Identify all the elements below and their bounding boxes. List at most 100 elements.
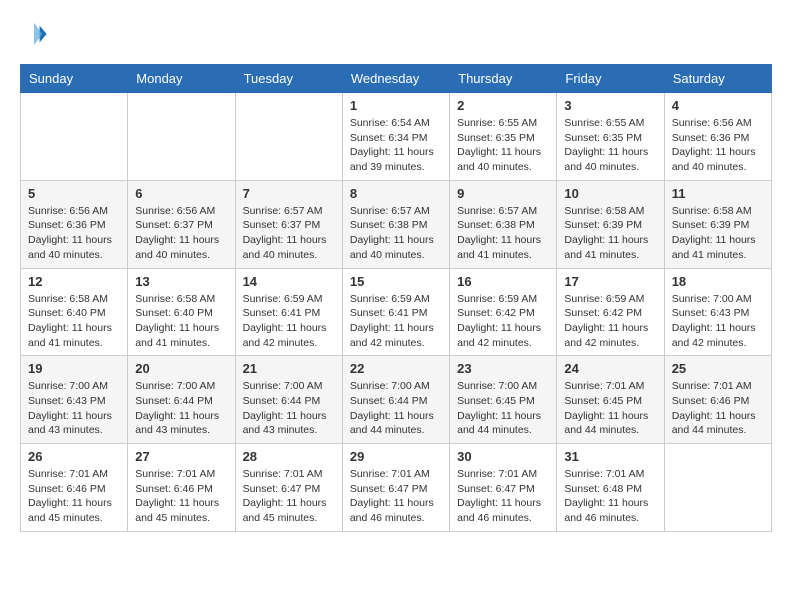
day-info: Sunrise: 6:58 AM Sunset: 6:40 PM Dayligh… (135, 292, 227, 351)
day-info: Sunrise: 6:57 AM Sunset: 6:37 PM Dayligh… (243, 204, 335, 263)
day-info: Sunrise: 6:55 AM Sunset: 6:35 PM Dayligh… (564, 116, 656, 175)
calendar-week-row: 19 Sunrise: 7:00 AM Sunset: 6:43 PM Dayli… (21, 356, 772, 444)
calendar-cell: 14Sunrise: 6:59 AM Sunset: 6:41 PM Dayli… (235, 268, 342, 356)
calendar-cell: 31 Sunrise: 7:01 AM Sunset: 6:48 PM Dayli… (557, 444, 664, 532)
calendar-cell: 30 Sunrise: 7:01 AM Sunset: 6:47 PM Dayli… (450, 444, 557, 532)
day-number: 13 (135, 274, 227, 289)
day-info: Sunrise: 6:58 AM Sunset: 6:39 PM Dayligh… (672, 204, 764, 263)
calendar-cell (235, 93, 342, 181)
day-number: 20 (135, 361, 227, 376)
day-info: Sunrise: 7:01 AM Sunset: 6:46 PM Dayligh… (672, 379, 764, 438)
logo (20, 20, 52, 48)
day-number: 2 (457, 98, 549, 113)
calendar-cell: 22Sunrise: 7:00 AM Sunset: 6:44 PM Dayli… (342, 356, 449, 444)
calendar-day-header: Tuesday (235, 65, 342, 93)
day-info: Sunrise: 7:00 AM Sunset: 6:43 PM Dayligh… (28, 379, 120, 438)
calendar-cell: 2 Sunrise: 6:55 AM Sunset: 6:35 PM Daylig… (450, 93, 557, 181)
day-number: 10 (564, 186, 656, 201)
calendar-cell: 19 Sunrise: 7:00 AM Sunset: 6:43 PM Dayli… (21, 356, 128, 444)
day-number: 26 (28, 449, 120, 464)
calendar-cell (664, 444, 771, 532)
day-number: 7 (243, 186, 335, 201)
calendar-cell: 12 Sunrise: 6:58 AM Sunset: 6:40 PM Dayli… (21, 268, 128, 356)
day-number: 29 (350, 449, 442, 464)
day-info: Sunrise: 6:58 AM Sunset: 6:39 PM Dayligh… (564, 204, 656, 263)
day-info: Sunrise: 6:56 AM Sunset: 6:36 PM Dayligh… (28, 204, 120, 263)
calendar-day-header: Sunday (21, 65, 128, 93)
day-number: 30 (457, 449, 549, 464)
day-number: 17 (564, 274, 656, 289)
day-info: Sunrise: 7:00 AM Sunset: 6:45 PM Dayligh… (457, 379, 549, 438)
day-info: Sunrise: 7:00 AM Sunset: 6:44 PM Dayligh… (243, 379, 335, 438)
day-number: 18 (672, 274, 764, 289)
calendar-cell: 26 Sunrise: 7:01 AM Sunset: 6:46 PM Dayli… (21, 444, 128, 532)
day-info: Sunrise: 6:58 AM Sunset: 6:40 PM Dayligh… (28, 292, 120, 351)
day-info: Sunrise: 6:59 AM Sunset: 6:41 PM Dayligh… (243, 292, 335, 351)
calendar-day-header: Saturday (664, 65, 771, 93)
day-info: Sunrise: 6:57 AM Sunset: 6:38 PM Dayligh… (457, 204, 549, 263)
page-header (20, 20, 772, 48)
day-info: Sunrise: 7:01 AM Sunset: 6:48 PM Dayligh… (564, 467, 656, 526)
day-number: 19 (28, 361, 120, 376)
day-number: 25 (672, 361, 764, 376)
day-number: 8 (350, 186, 442, 201)
calendar-cell: 3 Sunrise: 6:55 AM Sunset: 6:35 PM Daylig… (557, 93, 664, 181)
day-info: Sunrise: 7:01 AM Sunset: 6:47 PM Dayligh… (457, 467, 549, 526)
calendar-day-header: Thursday (450, 65, 557, 93)
calendar-cell: 4 Sunrise: 6:56 AM Sunset: 6:36 PM Daylig… (664, 93, 771, 181)
calendar-cell: 1 Sunrise: 6:54 AM Sunset: 6:34 PM Daylig… (342, 93, 449, 181)
day-info: Sunrise: 7:01 AM Sunset: 6:45 PM Dayligh… (564, 379, 656, 438)
logo-icon (20, 20, 48, 48)
day-number: 21 (243, 361, 335, 376)
day-info: Sunrise: 6:55 AM Sunset: 6:35 PM Dayligh… (457, 116, 549, 175)
day-info: Sunrise: 7:00 AM Sunset: 6:43 PM Dayligh… (672, 292, 764, 351)
day-number: 24 (564, 361, 656, 376)
calendar-cell: 10 Sunrise: 6:58 AM Sunset: 6:39 PM Dayli… (557, 180, 664, 268)
calendar-cell: 5 Sunrise: 6:56 AM Sunset: 6:36 PM Daylig… (21, 180, 128, 268)
day-number: 6 (135, 186, 227, 201)
day-info: Sunrise: 7:00 AM Sunset: 6:44 PM Dayligh… (135, 379, 227, 438)
day-info: Sunrise: 7:01 AM Sunset: 6:47 PM Dayligh… (350, 467, 442, 526)
calendar-cell: 25 Sunrise: 7:01 AM Sunset: 6:46 PM Dayli… (664, 356, 771, 444)
day-number: 15 (350, 274, 442, 289)
day-number: 1 (350, 98, 442, 113)
day-number: 3 (564, 98, 656, 113)
day-info: Sunrise: 6:54 AM Sunset: 6:34 PM Dayligh… (350, 116, 442, 175)
calendar-cell: 23Sunrise: 7:00 AM Sunset: 6:45 PM Dayli… (450, 356, 557, 444)
calendar-cell: 28Sunrise: 7:01 AM Sunset: 6:47 PM Dayli… (235, 444, 342, 532)
day-info: Sunrise: 6:59 AM Sunset: 6:41 PM Dayligh… (350, 292, 442, 351)
calendar-cell: 24 Sunrise: 7:01 AM Sunset: 6:45 PM Dayli… (557, 356, 664, 444)
calendar-cell: 27Sunrise: 7:01 AM Sunset: 6:46 PM Dayli… (128, 444, 235, 532)
calendar-cell: 13 Sunrise: 6:58 AM Sunset: 6:40 PM Dayli… (128, 268, 235, 356)
calendar-cell: 20 Sunrise: 7:00 AM Sunset: 6:44 PM Dayli… (128, 356, 235, 444)
day-info: Sunrise: 6:59 AM Sunset: 6:42 PM Dayligh… (457, 292, 549, 351)
day-info: Sunrise: 6:57 AM Sunset: 6:38 PM Dayligh… (350, 204, 442, 263)
day-number: 28 (243, 449, 335, 464)
day-info: Sunrise: 7:01 AM Sunset: 6:46 PM Dayligh… (28, 467, 120, 526)
day-info: Sunrise: 6:56 AM Sunset: 6:36 PM Dayligh… (672, 116, 764, 175)
calendar-week-row: 26 Sunrise: 7:01 AM Sunset: 6:46 PM Dayli… (21, 444, 772, 532)
day-number: 4 (672, 98, 764, 113)
calendar-cell (21, 93, 128, 181)
day-info: Sunrise: 6:56 AM Sunset: 6:37 PM Dayligh… (135, 204, 227, 263)
calendar-cell: 17 Sunrise: 6:59 AM Sunset: 6:42 PM Dayli… (557, 268, 664, 356)
calendar-cell: 16 Sunrise: 6:59 AM Sunset: 6:42 PM Dayli… (450, 268, 557, 356)
calendar-cell: 8 Sunrise: 6:57 AM Sunset: 6:38 PM Daylig… (342, 180, 449, 268)
day-number: 11 (672, 186, 764, 201)
day-number: 5 (28, 186, 120, 201)
day-number: 16 (457, 274, 549, 289)
calendar-cell: 29 Sunrise: 7:01 AM Sunset: 6:47 PM Dayli… (342, 444, 449, 532)
calendar-header-row: SundayMondayTuesdayWednesdayThursdayFrid… (21, 65, 772, 93)
calendar-cell: 7 Sunrise: 6:57 AM Sunset: 6:37 PM Daylig… (235, 180, 342, 268)
calendar-cell: 15 Sunrise: 6:59 AM Sunset: 6:41 PM Dayli… (342, 268, 449, 356)
calendar-week-row: 12 Sunrise: 6:58 AM Sunset: 6:40 PM Dayli… (21, 268, 772, 356)
calendar-week-row: 5 Sunrise: 6:56 AM Sunset: 6:36 PM Daylig… (21, 180, 772, 268)
day-info: Sunrise: 7:00 AM Sunset: 6:44 PM Dayligh… (350, 379, 442, 438)
day-number: 31 (564, 449, 656, 464)
day-number: 27 (135, 449, 227, 464)
calendar-cell: 9 Sunrise: 6:57 AM Sunset: 6:38 PM Daylig… (450, 180, 557, 268)
day-number: 12 (28, 274, 120, 289)
day-info: Sunrise: 6:59 AM Sunset: 6:42 PM Dayligh… (564, 292, 656, 351)
day-number: 9 (457, 186, 549, 201)
calendar-cell: 21 Sunrise: 7:00 AM Sunset: 6:44 PM Dayli… (235, 356, 342, 444)
